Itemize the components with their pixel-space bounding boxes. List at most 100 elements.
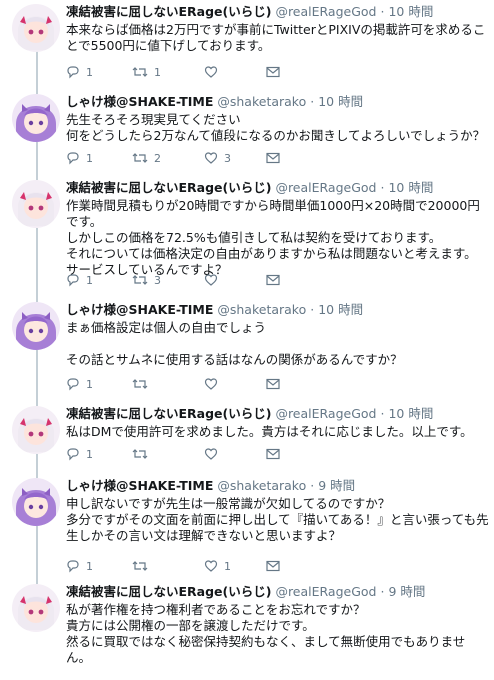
reply-button[interactable]: 1 [66,150,93,166]
user-handle[interactable]: @realERageGod [275,584,376,599]
user-handle[interactable]: @realERageGod [275,180,376,195]
anime-avatar-icon [12,302,60,350]
avatar[interactable] [12,406,60,454]
timestamp[interactable]: 10 時間 [318,302,363,317]
heart-icon [204,448,218,460]
retweet-count: 1 [154,65,161,79]
envelope-icon [266,448,280,460]
retweet-button[interactable]: 2 [132,150,161,166]
timestamp[interactable]: 9 時間 [318,478,355,493]
avatar[interactable] [12,180,60,228]
anime-avatar-icon [12,4,60,52]
heart-icon [204,66,218,78]
tweet-header: しゃけ様@SHAKE-TIME @shaketarako · 10 時間 [66,94,490,110]
avatar[interactable] [12,94,60,142]
retweet-button[interactable] [132,446,154,462]
direct-message-button[interactable] [266,150,280,166]
tweet[interactable]: 凍結被害に屈しないERage(いらじ) @realERageGod · 10 時… [0,400,494,472]
like-button[interactable] [204,376,224,392]
tweet-header: 凍結被害に屈しないERage(いらじ) @realERageGod · 9 時間 [66,584,490,600]
anime-avatar-icon [12,180,60,228]
reply-count: 1 [86,151,93,165]
envelope-icon [266,274,280,286]
reply-button[interactable]: 1 [66,558,93,574]
timestamp[interactable]: 9 時間 [388,584,425,599]
display-name[interactable]: 凍結被害に屈しないERage(いらじ) [66,180,271,195]
tweet-text: 作業時間見積もりが20時間ですから時間単価1000円×20時間で20000円です… [66,198,480,277]
retweet-count: 3 [154,273,161,287]
thread-line [36,228,38,296]
tweet[interactable]: 凍結被害に屈しないERage(いらじ) @realERageGod · 10 時… [0,174,494,296]
reply-icon [67,560,79,573]
tweet[interactable]: しゃけ様@SHAKE-TIME @shaketarako · 10 時間 先生そ… [0,88,494,174]
like-count: 1 [224,559,231,573]
display-name[interactable]: 凍結被害に屈しないERage(いらじ) [66,406,271,421]
separator-dot: · [310,302,315,317]
heart-icon [204,560,218,572]
tweet[interactable]: しゃけ様@SHAKE-TIME @shaketarako · 9 時間 申し訳な… [0,472,494,578]
reply-count: 1 [86,65,93,79]
user-handle[interactable]: @shaketarako [217,94,306,109]
separator-dot: · [310,478,315,493]
timestamp[interactable]: 10 時間 [318,94,363,109]
reply-icon [67,274,79,287]
retweet-button[interactable] [132,558,154,574]
tweet-text: まぁ価格設定は個人の自由でしょう その話とサムネに使用する話はなんの関係があるん… [66,320,403,367]
like-button[interactable]: 1 [204,558,231,574]
retweet-button[interactable]: 1 [132,64,161,80]
direct-message-button[interactable] [266,272,280,288]
timestamp[interactable]: 10 時間 [388,4,433,19]
reply-icon [67,66,79,79]
avatar[interactable] [12,302,60,350]
anime-avatar-icon [12,406,60,454]
tweet-text: 本来ならば価格は2万円ですが事前にTwitterとPIXIVの掲載許可を求めるこ… [66,22,486,53]
retweet-icon [132,379,148,389]
tweet-actions: 1 [66,446,286,462]
conversation-thread: 凍結被害に屈しないERage(いらじ) @realERageGod · 10 時… [0,0,494,680]
direct-message-button[interactable] [266,64,280,80]
reply-icon [67,378,79,391]
tweet-header: しゃけ様@SHAKE-TIME @shaketarako · 10 時間 [66,302,490,318]
tweet[interactable]: 凍結被害に屈しないERage(いらじ) @realERageGod · 10 時… [0,0,494,88]
reply-button[interactable]: 1 [66,272,93,288]
retweet-button[interactable] [132,376,154,392]
user-handle[interactable]: @shaketarako [217,478,306,493]
display-name[interactable]: しゃけ様@SHAKE-TIME [66,478,213,493]
envelope-icon [266,152,280,164]
reply-count: 1 [86,559,93,573]
envelope-icon [266,378,280,390]
direct-message-button[interactable] [266,376,280,392]
like-button[interactable] [204,272,224,288]
like-button[interactable] [204,446,224,462]
tweet-actions: 1 2 3 [66,150,286,166]
reply-button[interactable]: 1 [66,446,93,462]
tweet-header: 凍結被害に屈しないERage(いらじ) @realERageGod · 10 時… [66,4,490,20]
tweet-text: 私はDMで使用許可を求めました。貴方はそれに応じました。以上です。 [66,424,473,439]
display-name[interactable]: 凍結被害に屈しないERage(いらじ) [66,4,271,19]
like-button[interactable]: 3 [204,150,231,166]
reply-button[interactable]: 1 [66,376,93,392]
avatar[interactable] [12,478,60,526]
direct-message-button[interactable] [266,558,280,574]
reply-icon [67,448,79,461]
reply-button[interactable]: 1 [66,64,93,80]
tweet[interactable]: しゃけ様@SHAKE-TIME @shaketarako · 10 時間 まぁ価… [0,296,494,400]
avatar[interactable] [12,584,60,632]
timestamp[interactable]: 10 時間 [388,406,433,421]
tweet-actions: 1 1 [66,64,286,80]
display-name[interactable]: 凍結被害に屈しないERage(いらじ) [66,584,271,599]
like-button[interactable] [204,64,224,80]
timestamp[interactable]: 10 時間 [388,180,433,195]
user-handle[interactable]: @realERageGod [275,406,376,421]
direct-message-button[interactable] [266,446,280,462]
tweet[interactable]: 凍結被害に屈しないERage(いらじ) @realERageGod · 9 時間… [0,578,494,680]
retweet-button[interactable]: 3 [132,272,161,288]
separator-dot: · [380,584,385,599]
user-handle[interactable]: @shaketarako [217,302,306,317]
tweet-actions: 1 [66,376,286,392]
display-name[interactable]: しゃけ様@SHAKE-TIME [66,94,213,109]
retweet-icon [132,561,148,571]
user-handle[interactable]: @realERageGod [275,4,376,19]
display-name[interactable]: しゃけ様@SHAKE-TIME [66,302,213,317]
avatar[interactable] [12,4,60,52]
